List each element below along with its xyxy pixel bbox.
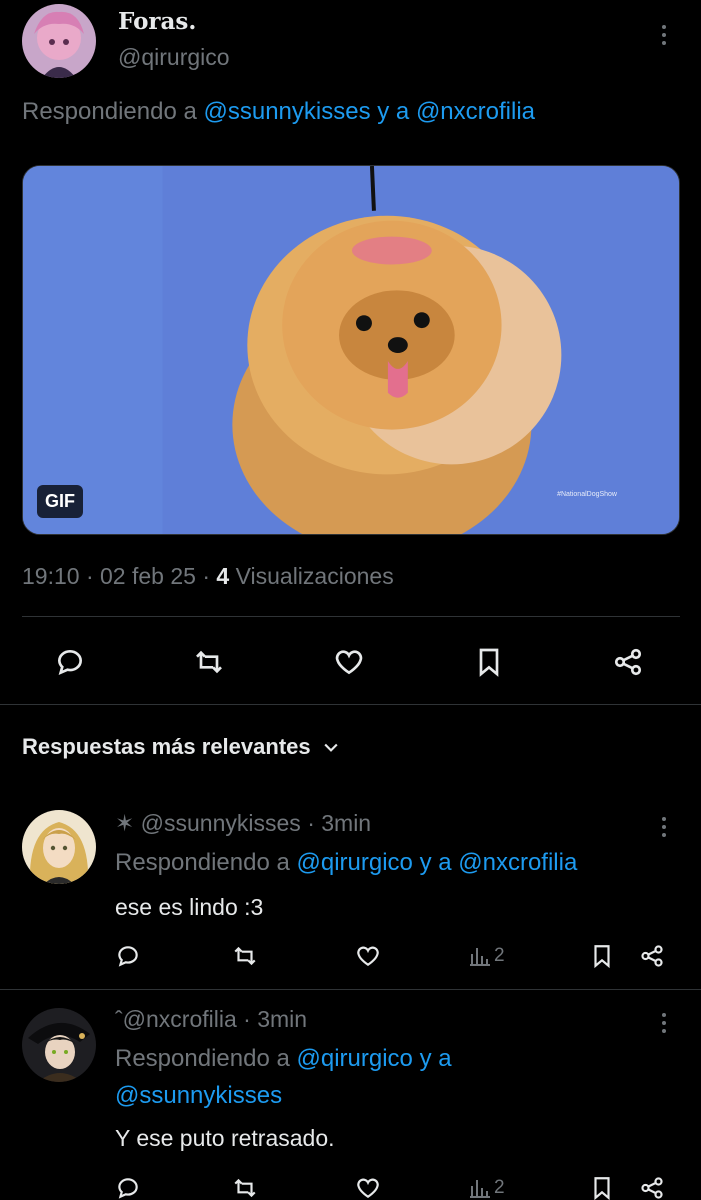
tweet-metadata: 19:10 · 02 feb 25 · 4 Visualizaciones bbox=[22, 563, 394, 590]
mention-link[interactable]: @nxcrofilia bbox=[416, 98, 535, 125]
replying-joiner: y a bbox=[377, 98, 410, 125]
share-icon[interactable] bbox=[636, 1172, 668, 1200]
mention-link[interactable]: @nxcrofilia bbox=[458, 849, 577, 876]
reply-icon[interactable] bbox=[112, 1172, 144, 1200]
reply-handle[interactable]: ˆ@nxcrofilia bbox=[115, 1006, 237, 1032]
reply-handle[interactable]: ✶ @ssunnykisses bbox=[115, 810, 301, 836]
author-handle[interactable]: @qirurgico bbox=[118, 44, 230, 71]
views-count: 2 bbox=[494, 945, 505, 966]
more-options-icon[interactable] bbox=[654, 20, 674, 50]
like-icon[interactable] bbox=[352, 1172, 384, 1200]
more-options-icon[interactable] bbox=[654, 1008, 674, 1038]
like-icon[interactable] bbox=[352, 940, 384, 972]
reply-icon[interactable] bbox=[112, 940, 144, 972]
meta-separator: · bbox=[85, 563, 101, 589]
analytics-icon bbox=[470, 948, 490, 966]
replying-to-line: Respondiendo a @qirurgico y a bbox=[115, 1045, 452, 1073]
meta-separator: · bbox=[202, 563, 217, 589]
replying-to-line: Respondiendo a @qirurgico y a @nxcrofili… bbox=[115, 849, 577, 877]
reply-avatar[interactable] bbox=[22, 810, 96, 884]
tweet-date[interactable]: 02 feb 25 bbox=[100, 563, 196, 589]
replying-prefix: Respondiendo a bbox=[115, 849, 290, 876]
views-button[interactable]: 2 bbox=[468, 1172, 528, 1200]
chevron-down-icon bbox=[324, 743, 338, 752]
mention-link[interactable]: @ssunnykisses bbox=[203, 98, 370, 125]
share-icon[interactable] bbox=[636, 940, 668, 972]
sort-label: Respuestas más relevantes bbox=[22, 734, 311, 759]
tweet-time[interactable]: 19:10 bbox=[22, 563, 80, 589]
bookmark-icon[interactable] bbox=[469, 642, 509, 682]
replying-to-line: Respondiendo a @ssunnykisses y a @nxcrof… bbox=[22, 98, 535, 126]
views-button[interactable]: 2 bbox=[468, 940, 528, 972]
views-count: 4 bbox=[216, 563, 230, 589]
reply-actions: 2 bbox=[0, 1168, 701, 1200]
reply-text: ese es lindo :3 bbox=[115, 894, 264, 920]
share-icon[interactable] bbox=[608, 642, 648, 682]
retweet-icon[interactable] bbox=[229, 1172, 261, 1200]
reply-handle-line: ˆ@nxcrofilia · 3min bbox=[115, 1006, 307, 1033]
reply-handle-line: ✶ @ssunnykisses · 3min bbox=[115, 810, 371, 837]
bookmark-icon[interactable] bbox=[586, 1172, 618, 1200]
reply-time[interactable]: · 3min bbox=[307, 810, 371, 836]
media-watermark: #NationalDogShow bbox=[557, 491, 617, 498]
retweet-icon[interactable] bbox=[189, 642, 229, 682]
gif-badge[interactable]: GIF bbox=[37, 485, 83, 518]
divider bbox=[22, 616, 680, 617]
author-avatar[interactable] bbox=[22, 4, 96, 78]
tweet-actions bbox=[0, 636, 701, 686]
bookmark-icon[interactable] bbox=[586, 940, 618, 972]
reply-time[interactable]: · 3min bbox=[243, 1006, 307, 1032]
replying-joiner: y a bbox=[419, 849, 452, 876]
views-label: Visualizaciones bbox=[235, 563, 394, 589]
replying-joiner: y a bbox=[419, 1045, 452, 1072]
replying-prefix: Respondiendo a bbox=[22, 98, 197, 125]
reply-icon[interactable] bbox=[50, 642, 90, 682]
reply-avatar[interactable] bbox=[22, 1008, 96, 1082]
pomeranian-dog-image bbox=[23, 166, 679, 534]
like-icon[interactable] bbox=[329, 642, 369, 682]
replying-prefix: Respondiendo a bbox=[115, 1045, 290, 1072]
author-display-name[interactable]: Foras. bbox=[118, 8, 196, 35]
views-count: 2 bbox=[494, 1177, 505, 1198]
gif-media[interactable]: #NationalDogShow GIF bbox=[22, 165, 680, 535]
mention-link[interactable]: @ssunnykisses bbox=[115, 1082, 282, 1110]
divider bbox=[0, 704, 701, 705]
divider bbox=[0, 989, 701, 990]
reply-text: Y ese puto retrasado. bbox=[115, 1125, 335, 1151]
tweet-header: Foras. @qirurgico bbox=[0, 0, 701, 100]
reply-actions: 2 bbox=[0, 936, 701, 986]
mention-link[interactable]: @qirurgico bbox=[296, 1045, 412, 1072]
analytics-icon bbox=[470, 1180, 490, 1198]
replies-sort-selector[interactable]: Respuestas más relevantes bbox=[22, 734, 341, 760]
retweet-icon[interactable] bbox=[229, 940, 261, 972]
more-options-icon[interactable] bbox=[654, 812, 674, 842]
mention-link[interactable]: @qirurgico bbox=[296, 849, 412, 876]
